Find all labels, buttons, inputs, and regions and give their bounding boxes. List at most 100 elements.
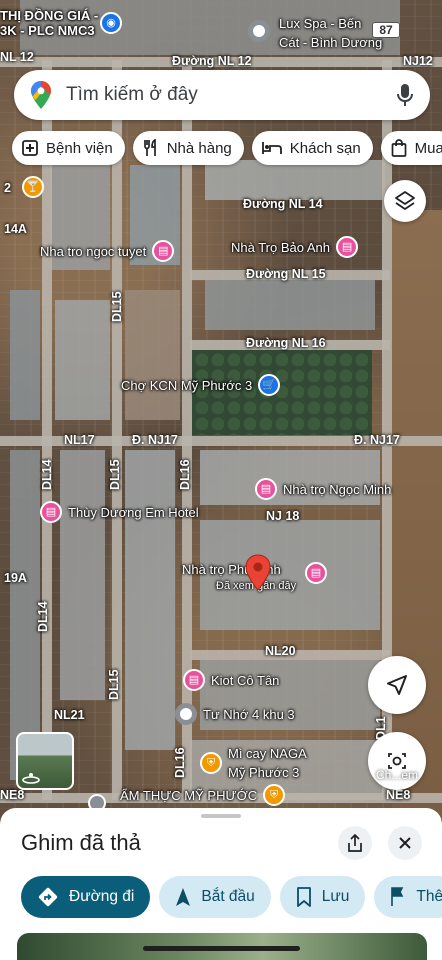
bed-icon: ▤ (305, 562, 327, 584)
street-label: DL15 (110, 291, 124, 322)
poi-label: Nhà trọ Ngọc Minh (283, 481, 392, 497)
chip-label: Mua (414, 139, 442, 157)
rooftop (55, 300, 110, 420)
poi-cho-kcn[interactable]: Chợ KCN Mỹ Phước 3 🛒 (121, 374, 281, 396)
chip-label: Nhà hàng (166, 139, 232, 157)
open-field (392, 210, 442, 820)
restaurant-icon: ⛨ (200, 752, 222, 774)
dropped-pin-icon[interactable] (244, 554, 272, 592)
poi-nha-tro-bao-anh[interactable]: Nhà Trọ Bảo Anh ▤ (231, 236, 359, 258)
chip-hotel[interactable]: Khách sạn (251, 131, 373, 165)
poi-label: ẨM THỰC MỸ PHƯỚC (120, 787, 258, 803)
street-view-icon (22, 773, 40, 784)
chip-label: Bệnh viện (46, 139, 113, 157)
poi-nha-tro-ngoc-tuyet[interactable]: Nha tro ngoc tuyet ▤ (40, 240, 175, 262)
drag-handle[interactable] (201, 814, 241, 818)
hospital-icon (22, 140, 38, 156)
street-label: NJ 18 (266, 509, 300, 523)
lens-label: Ch...em (375, 768, 418, 782)
poi-lux-spa[interactable] (248, 20, 270, 42)
bottom-sheet[interactable]: Ghim đã thả Đường đi Bắt đầu Lưu Thê (0, 808, 442, 960)
search-bar[interactable]: Tìm kiếm ở đây (14, 70, 430, 120)
bed-icon: ▤ (183, 669, 205, 691)
street-label: NL17 (64, 433, 95, 447)
poi-label[interactable]: THỊ ĐỒNG GIÁ - 3K - PLC NMC3 (0, 8, 98, 38)
road-dl14 (42, 60, 52, 800)
lens-button[interactable]: Ch...em (368, 732, 426, 790)
navigation-arrow-icon (387, 675, 407, 695)
street-label: NL21 (54, 708, 85, 722)
chip-hospital[interactable]: Bệnh viện (12, 131, 125, 165)
label-button[interactable]: Thê (374, 876, 442, 918)
poi-tu-nho[interactable]: Tư Nhớ 4 khu 3 (175, 703, 295, 725)
bed-icon: ▤ (152, 240, 175, 262)
poi-label: Mì cay NAGA Mỹ Phước 3 (228, 746, 307, 780)
street-label: Đường NL 12 (172, 54, 252, 68)
cocktail-icon: 🍸 (22, 176, 44, 198)
poi-label: Thùy Dương Em Hotel (68, 504, 199, 520)
directions-button[interactable]: Đường đi (21, 876, 151, 918)
street-label: 19A (4, 571, 27, 585)
shopping-icon (391, 139, 407, 157)
street-label: NE8 (386, 788, 411, 802)
search-input[interactable]: Tìm kiếm ở đây (66, 84, 396, 106)
poi-label: Lux Spa - Bến Cát - Bình Dương (279, 16, 383, 50)
street-label: DL16 (178, 459, 192, 490)
place-icon (175, 703, 197, 725)
action-label: Đường đi (69, 888, 135, 905)
street-label: DL16 (173, 747, 187, 778)
close-icon (399, 837, 411, 849)
my-location-button[interactable] (368, 656, 426, 714)
poi-marker[interactable]: ▤ (305, 562, 327, 584)
route-badge: 87 (372, 22, 400, 38)
home-indicator (143, 946, 300, 951)
action-label: Thê (416, 888, 442, 905)
bookmark-icon (296, 887, 311, 907)
poi-bar[interactable]: 🍸 (22, 176, 44, 198)
bed-icon: ▤ (40, 501, 62, 523)
shopping-cart-icon: 🛒 (258, 374, 281, 396)
rooftop (205, 280, 375, 330)
rooftop (10, 290, 40, 420)
poi-kiot-co-tan[interactable]: ▤ Kiot Cô Tân (183, 669, 279, 691)
street-label: NE8 (0, 788, 25, 802)
street-label: Đ. NJ17 (354, 433, 400, 447)
google-maps-logo-icon (31, 81, 51, 109)
poi-am-thuc[interactable]: ẨM THỰC MỸ PHƯỚC ⛨ (120, 784, 286, 806)
shopping-bag-icon: ◉ (100, 12, 122, 34)
share-button[interactable] (338, 826, 372, 860)
bed-icon: ▤ (255, 478, 277, 500)
poi-label: Chợ KCN Mỹ Phước 3 (121, 377, 253, 393)
action-label: Lưu (321, 888, 350, 905)
chip-restaurant[interactable]: Nhà hàng (132, 131, 244, 165)
poi-nha-tro-ngoc-minh[interactable]: ▤ Nhà trọ Ngọc Minh (255, 478, 391, 500)
street-label: 14A (4, 222, 27, 236)
close-button[interactable] (388, 826, 422, 860)
chip-label: Khách sạn (289, 139, 361, 157)
street-label: NJ12 (403, 54, 433, 68)
street-label: DL15 (107, 669, 121, 700)
chip-shopping[interactable]: Mua (380, 131, 442, 165)
rooftop (205, 160, 385, 200)
save-button[interactable]: Lưu (279, 876, 366, 918)
street-label: 2 (4, 181, 11, 195)
rooftop (125, 450, 175, 750)
poi-mi-cay-naga[interactable]: ⛨ Mì cay NAGA Mỹ Phước 3 (200, 744, 307, 782)
start-button[interactable]: Bắt đầu (159, 876, 271, 918)
action-label: Bắt đầu (201, 888, 255, 905)
layers-button[interactable] (384, 180, 426, 222)
microphone-icon[interactable] (396, 83, 414, 107)
restaurant-icon: ⛨ (263, 784, 286, 806)
flag-icon (391, 887, 404, 906)
restaurant-icon (143, 139, 156, 156)
street-label: Đường NL 15 (246, 267, 326, 281)
poi-label: Kiot Cô Tân (211, 672, 280, 688)
sheet-title: Ghim đã thả (21, 830, 141, 855)
rooftop (60, 450, 105, 700)
start-arrow-icon (176, 888, 191, 906)
street-view-thumbnail[interactable] (16, 732, 74, 790)
poi-thuy-duong-hotel[interactable]: ▤ Thùy Dương Em Hotel (40, 501, 199, 523)
rooftop (125, 290, 180, 420)
poi-marker[interactable]: ◉ (100, 12, 122, 34)
hotel-icon (261, 142, 282, 154)
